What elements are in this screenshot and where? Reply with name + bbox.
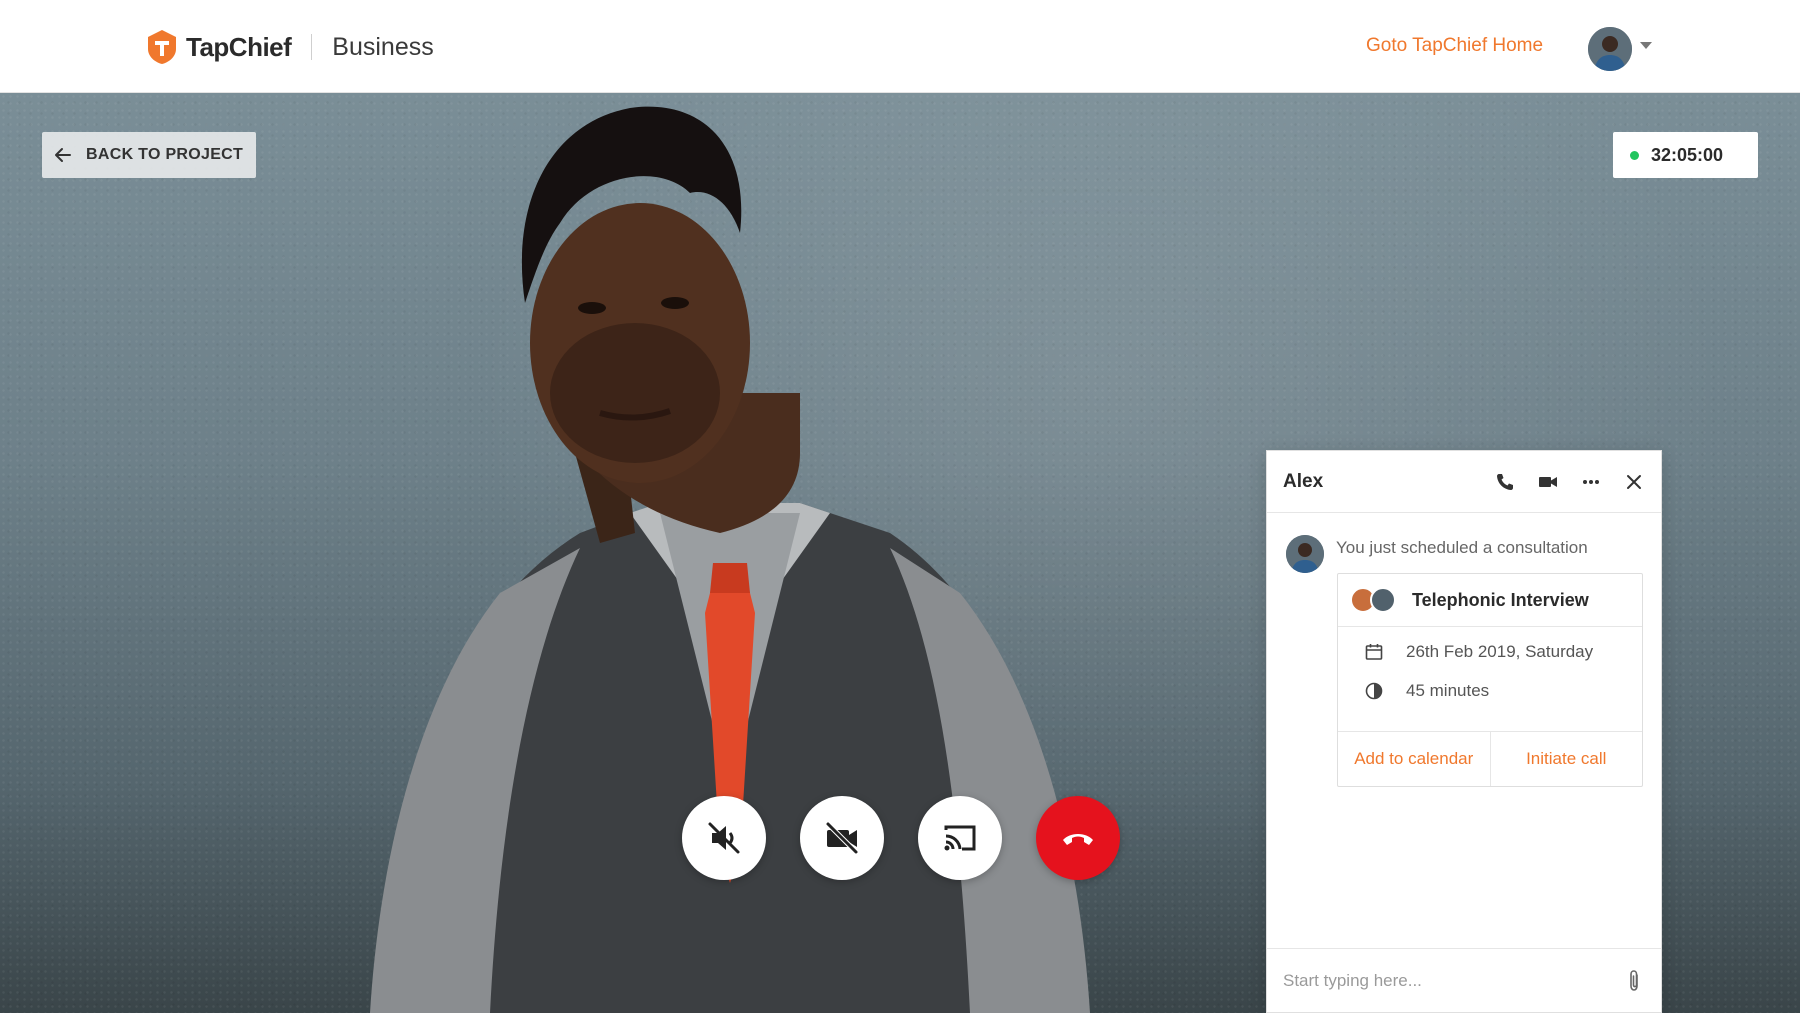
paperclip-icon[interactable] [1623,969,1645,993]
consultation-date: 26th Feb 2019, Saturday [1406,642,1594,661]
more-icon[interactable] [1580,471,1602,493]
hang-up-icon [1063,834,1093,845]
avatar-person-icon [1588,27,1632,71]
chevron-down-icon[interactable] [1640,42,1652,49]
chat-message-input[interactable] [1283,970,1623,991]
video-off-button[interactable] [800,796,884,880]
phone-icon[interactable] [1494,471,1516,493]
goto-home-link[interactable]: Goto TapChief Home [1366,35,1543,57]
cast-button[interactable] [918,796,1002,880]
brand-subtitle: Business [332,32,434,61]
user-avatar[interactable] [1588,27,1632,71]
message-text: You just scheduled a consultation [1336,538,1588,557]
video-off-icon [825,821,859,855]
card-header: Telephonic Interview [1338,574,1642,627]
call-controls [682,796,1120,880]
clock-icon [1365,682,1383,700]
end-call-button[interactable] [1036,796,1120,880]
call-timer: 32:05:00 [1613,132,1758,178]
consultation-duration: 45 minutes [1406,681,1490,700]
card-title: Telephonic Interview [1412,589,1589,610]
sender-avatar [1286,535,1324,573]
brand[interactable]: TapChief Business [146,28,434,66]
chat-panel: Alex You just scheduled a consultation T… [1266,450,1662,1013]
date-line: 26th Feb 2019, Saturday [1364,642,1593,662]
top-bar: TapChief Business Goto TapChief Home [0,0,1800,93]
chat-header-actions [1473,471,1645,493]
calendar-icon [1365,644,1383,660]
participant-avatar [1370,587,1396,613]
chat-header: Alex [1267,451,1661,513]
cast-icon [944,825,976,851]
brand-divider [311,34,313,60]
speaker-muted-icon [708,822,740,854]
brand-name: TapChief [186,31,292,62]
tapchief-logo-icon [148,30,176,64]
participant-avatars [1350,587,1398,613]
add-to-calendar-button[interactable]: Add to calendar [1338,732,1491,786]
close-icon[interactable] [1623,471,1645,493]
live-status-dot [1630,150,1639,160]
back-to-project-label: BACK TO PROJECT [86,146,244,163]
back-to-project-button[interactable]: BACK TO PROJECT [42,132,256,178]
card-actions: Add to calendar Initiate call [1338,731,1642,786]
initiate-call-button[interactable]: Initiate call [1491,732,1643,786]
message-row [1286,535,1324,573]
duration-line: 45 minutes [1364,681,1489,701]
arrow-left-icon [55,148,71,162]
consultation-card: Telephonic Interview 26th Feb 2019, Satu… [1337,573,1643,787]
chat-composer [1267,948,1661,1012]
mute-button[interactable] [682,796,766,880]
chat-contact-name: Alex [1283,470,1324,492]
avatar-person-icon [1286,535,1324,573]
video-camera-icon[interactable] [1537,471,1559,493]
timer-value: 32:05:00 [1651,144,1724,165]
